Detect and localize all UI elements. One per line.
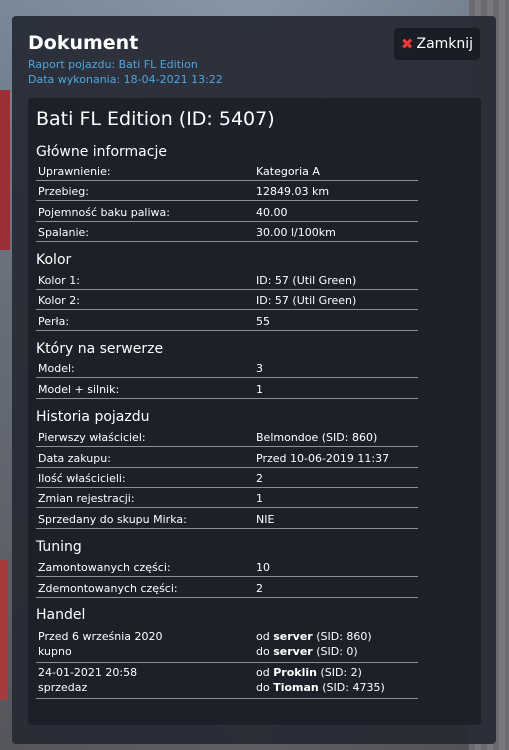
info-label: Ilość właścicieli: — [38, 472, 126, 485]
info-label: Model + silnik: — [38, 383, 120, 396]
vehicle-title: Bati FL Edition (ID: 5407) — [36, 108, 275, 130]
info-value: NIE — [256, 513, 275, 526]
background-detail — [0, 560, 8, 700]
info-label: Przebieg: — [38, 185, 89, 198]
section-title-server: Który na serwerze — [36, 341, 164, 357]
trade-type: kupno — [38, 645, 72, 658]
info-row: Zmian rejestracji: 1 — [36, 488, 418, 508]
trade-row: Przed 6 września 2020 kupno od server (S… — [36, 628, 418, 663]
info-label: Zamontowanych części: — [38, 561, 171, 574]
info-label: Spalanie: — [38, 226, 90, 239]
trade-from-name: Proklin — [273, 666, 317, 679]
trade-from-prefix: od — [256, 666, 270, 679]
info-value: 2 — [256, 582, 263, 595]
trade-row: 24-01-2021 20:58 sprzedaz od Proklin (SI… — [36, 664, 418, 699]
section-title-color: Kolor — [36, 252, 72, 268]
info-label: Model: — [38, 362, 75, 375]
info-label: Perła: — [38, 315, 70, 328]
info-row: Spalanie: 30.00 l/100km — [36, 222, 418, 242]
trade-to-name: server — [273, 645, 313, 658]
report-subtitle: Raport pojazdu: Bati FL Edition — [28, 58, 198, 71]
info-value: 10 — [256, 561, 270, 574]
info-value: Kategoria A — [256, 165, 320, 178]
info-row: Perła: 55 — [36, 311, 418, 331]
trade-to-name: Tioman — [273, 681, 319, 694]
info-value: ID: 57 (Util Green) — [256, 274, 357, 287]
info-label: Kolor 1: — [38, 274, 80, 287]
info-value: 1 — [256, 492, 263, 505]
info-value: 1 — [256, 383, 263, 396]
trade-type: sprzedaz — [38, 681, 88, 694]
info-row: Uprawnienie: Kategoria A — [36, 161, 418, 181]
info-label: Kolor 2: — [38, 294, 80, 307]
trade-from-sid: (SID: 860) — [316, 630, 372, 643]
info-label: Uprawnienie: — [38, 165, 111, 178]
info-value: 2 — [256, 472, 263, 485]
info-label: Zdemontowanych części: — [38, 582, 178, 595]
info-value: 40.00 — [256, 206, 288, 219]
close-button[interactable]: ✖ Zamknij — [394, 28, 480, 60]
execution-date: Data wykonania: 18-04-2021 13:22 — [28, 73, 223, 86]
info-value: 3 — [256, 362, 263, 375]
trade-parties: od Proklin (SID: 2) do Tioman (SID: 4735… — [256, 665, 385, 695]
info-value: ID: 57 (Util Green) — [256, 294, 357, 307]
trade-from-prefix: od — [256, 630, 270, 643]
info-row: Kolor 1: ID: 57 (Util Green) — [36, 270, 418, 290]
info-label: Data zakupu: — [38, 452, 111, 465]
info-row: Pojemność baku paliwa: 40.00 — [36, 202, 418, 222]
close-button-label: Zamknij — [416, 36, 474, 52]
trade-date: Przed 6 września 2020 — [38, 630, 163, 643]
section-title-tuning: Tuning — [36, 539, 82, 555]
trade-to-prefix: do — [256, 645, 270, 658]
section-title-history: Historia pojazdu — [36, 409, 150, 425]
info-row: Ilość właścicieli: 2 — [36, 468, 418, 488]
info-row: Przebieg: 12849.03 km — [36, 181, 418, 201]
info-row: Pierwszy właściciel: Belmondoe (SID: 860… — [36, 427, 418, 447]
info-label: Pierwszy właściciel: — [38, 431, 146, 444]
info-value: 55 — [256, 315, 270, 328]
close-icon: ✖ — [400, 35, 414, 53]
trade-date: 24-01-2021 20:58 — [38, 666, 138, 679]
info-row: Data zakupu: Przed 10-06-2019 11:37 — [36, 448, 418, 468]
vehicle-report-panel: Bati FL Edition (ID: 5407) Główne inform… — [28, 98, 481, 725]
section-title-trade: Handel — [36, 607, 86, 623]
info-row: Kolor 2: ID: 57 (Util Green) — [36, 290, 418, 310]
info-row: Model + silnik: 1 — [36, 379, 418, 399]
document-title: Dokument — [28, 32, 139, 54]
info-value: 30.00 l/100km — [256, 226, 336, 239]
trade-from-sid: (SID: 2) — [320, 666, 362, 679]
background-detail — [0, 90, 10, 250]
info-value: Przed 10-06-2019 11:37 — [256, 452, 390, 465]
info-value: Belmondoe (SID: 860) — [256, 431, 378, 444]
trade-date-type: 24-01-2021 20:58 sprzedaz — [38, 665, 137, 695]
trade-from-name: server — [273, 630, 313, 643]
info-value: 12849.03 km — [256, 185, 330, 198]
info-label: Sprzedany do skupu Mirka: — [38, 513, 187, 526]
info-row: Sprzedany do skupu Mirka: NIE — [36, 509, 418, 529]
trade-to-sid: (SID: 0) — [316, 645, 358, 658]
info-label: Pojemność baku paliwa: — [38, 206, 170, 219]
trade-to-sid: (SID: 4735) — [322, 681, 385, 694]
info-row: Zamontowanych części: 10 — [36, 557, 418, 577]
info-row: Zdemontowanych części: 2 — [36, 578, 418, 598]
info-row: Model: 3 — [36, 358, 418, 378]
section-title-main: Główne informacje — [36, 144, 167, 160]
trade-date-type: Przed 6 września 2020 kupno — [38, 629, 163, 659]
trade-parties: od server (SID: 860) do server (SID: 0) — [256, 629, 372, 659]
document-window: Dokument Raport pojazdu: Bati FL Edition… — [12, 16, 496, 744]
info-label: Zmian rejestracji: — [38, 492, 135, 505]
trade-to-prefix: do — [256, 681, 270, 694]
